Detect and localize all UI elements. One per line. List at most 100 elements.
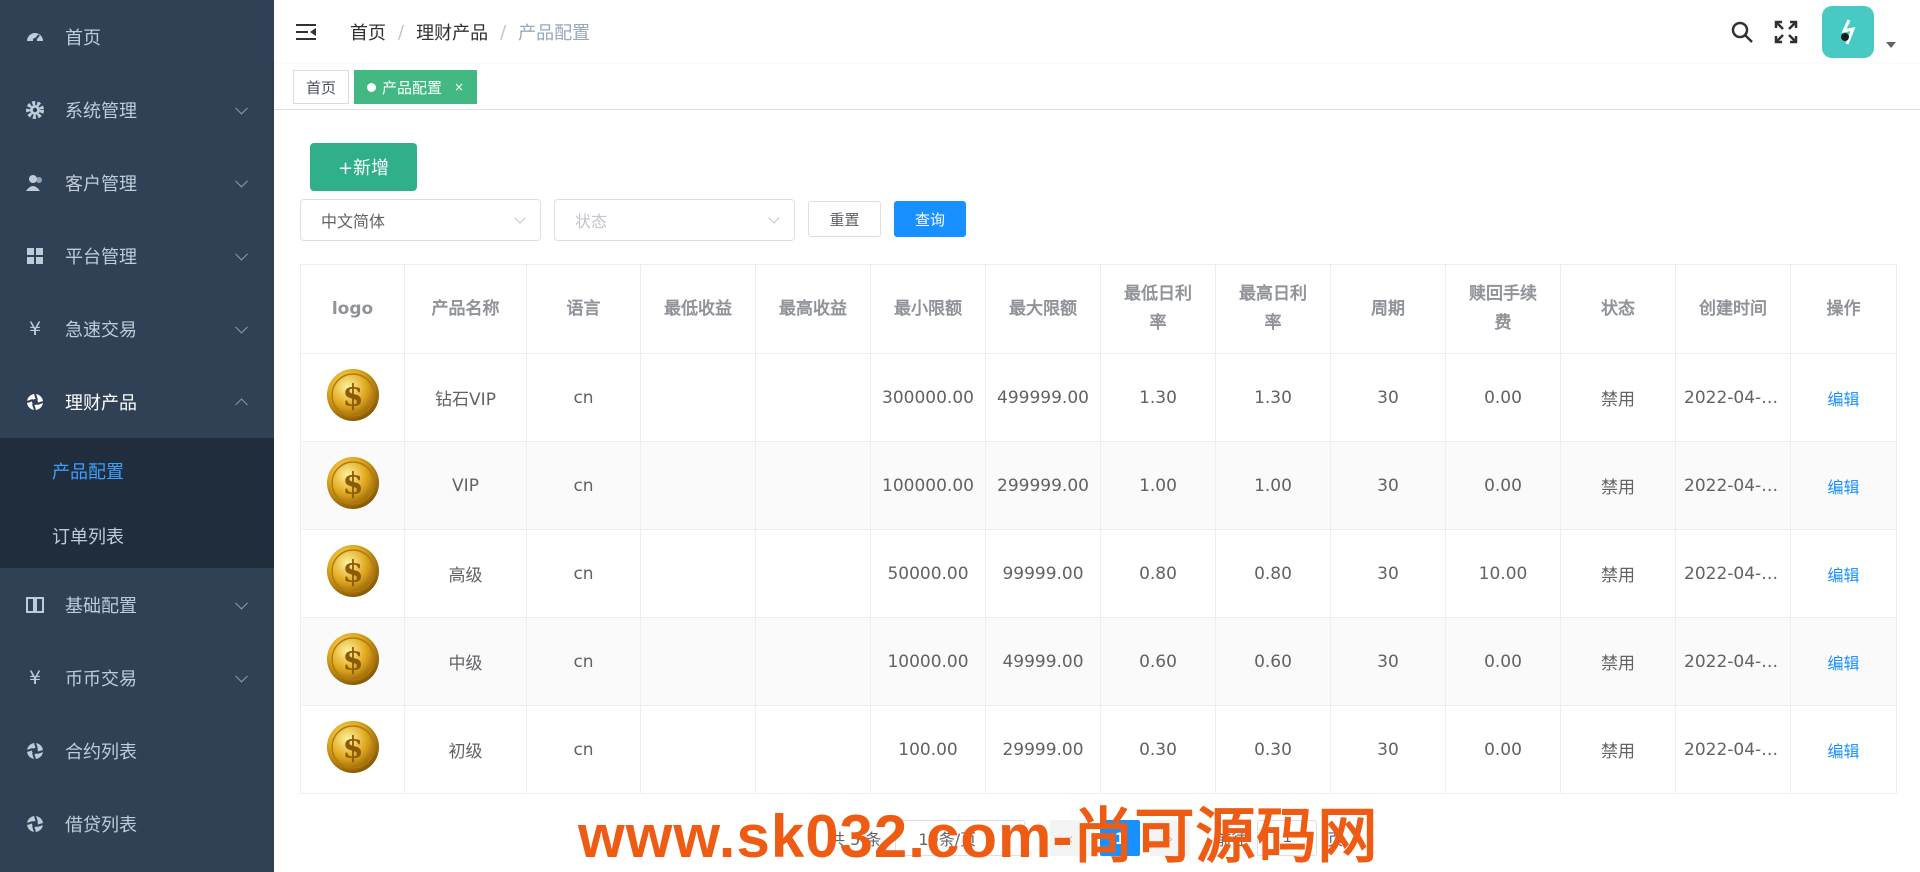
status-cell: 禁用 <box>1560 705 1676 794</box>
chevron-down-icon <box>235 101 248 115</box>
max-limit-cell: 299999.00 <box>985 441 1101 530</box>
sidebar-subitem-product-config[interactable]: 产品配置 <box>0 438 274 503</box>
reset-button[interactable]: 重置 <box>808 201 881 237</box>
coin-icon: $ <box>326 633 379 685</box>
min-rate-cell: 0.80 <box>1100 529 1216 618</box>
sidebar-item-loans[interactable]: 借贷列表 <box>0 787 274 860</box>
created-cell: 2022-04-28 <box>1675 441 1791 530</box>
column-header: 周期 <box>1330 264 1446 354</box>
chevron-up-icon <box>235 397 248 411</box>
max-limit-cell: 29999.00 <box>985 705 1101 794</box>
breadcrumb-separator: / <box>500 21 507 43</box>
breadcrumb-home[interactable]: 首页 <box>350 19 386 45</box>
action-cell: 编辑 <box>1790 353 1897 442</box>
aperture-icon <box>25 392 45 412</box>
svg-text:$: $ <box>342 643 363 678</box>
hamburger-icon[interactable] <box>296 22 318 42</box>
sidebar-item-customers[interactable]: 客户管理 <box>0 146 274 219</box>
language-cell: cn <box>526 529 641 618</box>
coin-icon: $ <box>326 369 379 421</box>
logo-cell: $ <box>300 705 405 794</box>
edit-link[interactable]: 编辑 <box>1827 478 1859 497</box>
max-limit-cell: 49999.00 <box>985 617 1101 706</box>
action-cell: 编辑 <box>1790 617 1897 706</box>
book-icon <box>25 595 45 615</box>
logo-cell: $ <box>300 353 405 442</box>
edit-link[interactable]: 编辑 <box>1827 566 1859 585</box>
edit-link[interactable]: 编辑 <box>1827 742 1859 761</box>
breadcrumb-separator: / <box>398 21 405 43</box>
max-rate-cell: 0.30 <box>1215 705 1331 794</box>
submenu-finance-products: 产品配置 订单列表 <box>0 438 274 568</box>
sidebar-item-label: 客户管理 <box>65 173 137 195</box>
language-select-value: 中文简体 <box>321 212 386 231</box>
navbar-right <box>1712 0 1896 64</box>
active-dot-icon <box>367 82 376 92</box>
grid-icon <box>25 246 45 266</box>
dashboard-icon <box>25 27 45 47</box>
language-cell: cn <box>526 353 641 442</box>
sidebar-item-finance-products[interactable]: 理财产品 <box>0 365 274 438</box>
column-header: 最低收益 <box>640 264 756 354</box>
action-cell: 编辑 <box>1790 529 1897 618</box>
language-cell: cn <box>526 441 641 530</box>
min-profit-cell <box>640 617 756 706</box>
search-icon[interactable] <box>1728 18 1756 46</box>
product-name-cell: 中级 <box>404 617 527 706</box>
period-cell: 30 <box>1330 705 1446 794</box>
chevron-down-icon <box>235 320 248 334</box>
column-header: 最低日利率 <box>1100 264 1216 354</box>
sidebar-item-platform[interactable]: 平台管理 <box>0 219 274 292</box>
close-icon[interactable]: × <box>454 80 464 94</box>
sidebar-item-label: 系统管理 <box>65 100 137 122</box>
column-header: 最高收益 <box>755 264 871 354</box>
max-limit-cell: 99999.00 <box>985 529 1101 618</box>
table-header-row: logo 产品名称 语言 最低收益 最高收益 最小限额 最大限额 最低日利率 最… <box>300 264 1897 354</box>
period-cell: 30 <box>1330 353 1446 442</box>
min-rate-cell: 1.30 <box>1100 353 1216 442</box>
product-name-cell: 高级 <box>404 529 527 618</box>
gear-icon <box>25 100 45 120</box>
tag-product-config[interactable]: 产品配置 × <box>354 70 478 104</box>
avatar[interactable] <box>1822 6 1874 58</box>
chevron-down-icon <box>514 212 526 224</box>
sidebar-item-fast-trade[interactable]: ¥ 急速交易 <box>0 292 274 365</box>
max-rate-cell: 1.30 <box>1215 353 1331 442</box>
language-select[interactable]: 中文简体 <box>300 199 541 241</box>
sidebar-item-system[interactable]: 系统管理 <box>0 73 274 146</box>
edit-link[interactable]: 编辑 <box>1827 390 1859 409</box>
yen-icon: ¥ <box>28 666 42 689</box>
table-row: $ VIP cn 100000.00 299999.00 1.00 1.00 3… <box>300 441 1897 530</box>
add-button[interactable]: +新增 <box>310 143 417 191</box>
coin-icon: $ <box>326 545 379 597</box>
column-header: 创建时间 <box>1675 264 1791 354</box>
svg-text:$: $ <box>342 731 363 766</box>
sidebar-item-coin-trade[interactable]: ¥ 币币交易 <box>0 641 274 714</box>
tag-home[interactable]: 首页 <box>293 70 350 104</box>
max-rate-cell: 0.80 <box>1215 529 1331 618</box>
table-row: $ 中级 cn 10000.00 49999.00 0.60 0.60 30 0… <box>300 617 1897 706</box>
status-cell: 禁用 <box>1560 617 1676 706</box>
max-profit-cell <box>755 529 871 618</box>
query-button[interactable]: 查询 <box>894 201 966 237</box>
caret-down-icon[interactable] <box>1886 42 1896 48</box>
svg-text:$: $ <box>342 555 363 590</box>
created-cell: 2022-04-28 <box>1675 353 1791 442</box>
sidebar-item-home[interactable]: 首页 <box>0 0 274 73</box>
fullscreen-icon[interactable] <box>1772 18 1800 46</box>
status-select[interactable]: 状态 <box>554 199 795 241</box>
users-icon <box>25 173 45 193</box>
aperture-icon <box>25 814 45 834</box>
sidebar-item-contracts[interactable]: 合约列表 <box>0 714 274 787</box>
period-cell: 30 <box>1330 441 1446 530</box>
edit-link[interactable]: 编辑 <box>1827 654 1859 673</box>
breadcrumb-current: 产品配置 <box>518 23 591 44</box>
column-header: 最高日利率 <box>1215 264 1331 354</box>
sidebar-item-label: 首页 <box>65 27 101 49</box>
column-header: logo <box>300 264 405 354</box>
breadcrumb-finance-products[interactable]: 理财产品 <box>416 19 488 45</box>
sidebar-subitem-order-list[interactable]: 订单列表 <box>0 503 274 568</box>
sidebar-item-label: 理财产品 <box>65 392 137 414</box>
sidebar-item-basic-config[interactable]: 基础配置 <box>0 568 274 641</box>
status-cell: 禁用 <box>1560 353 1676 442</box>
